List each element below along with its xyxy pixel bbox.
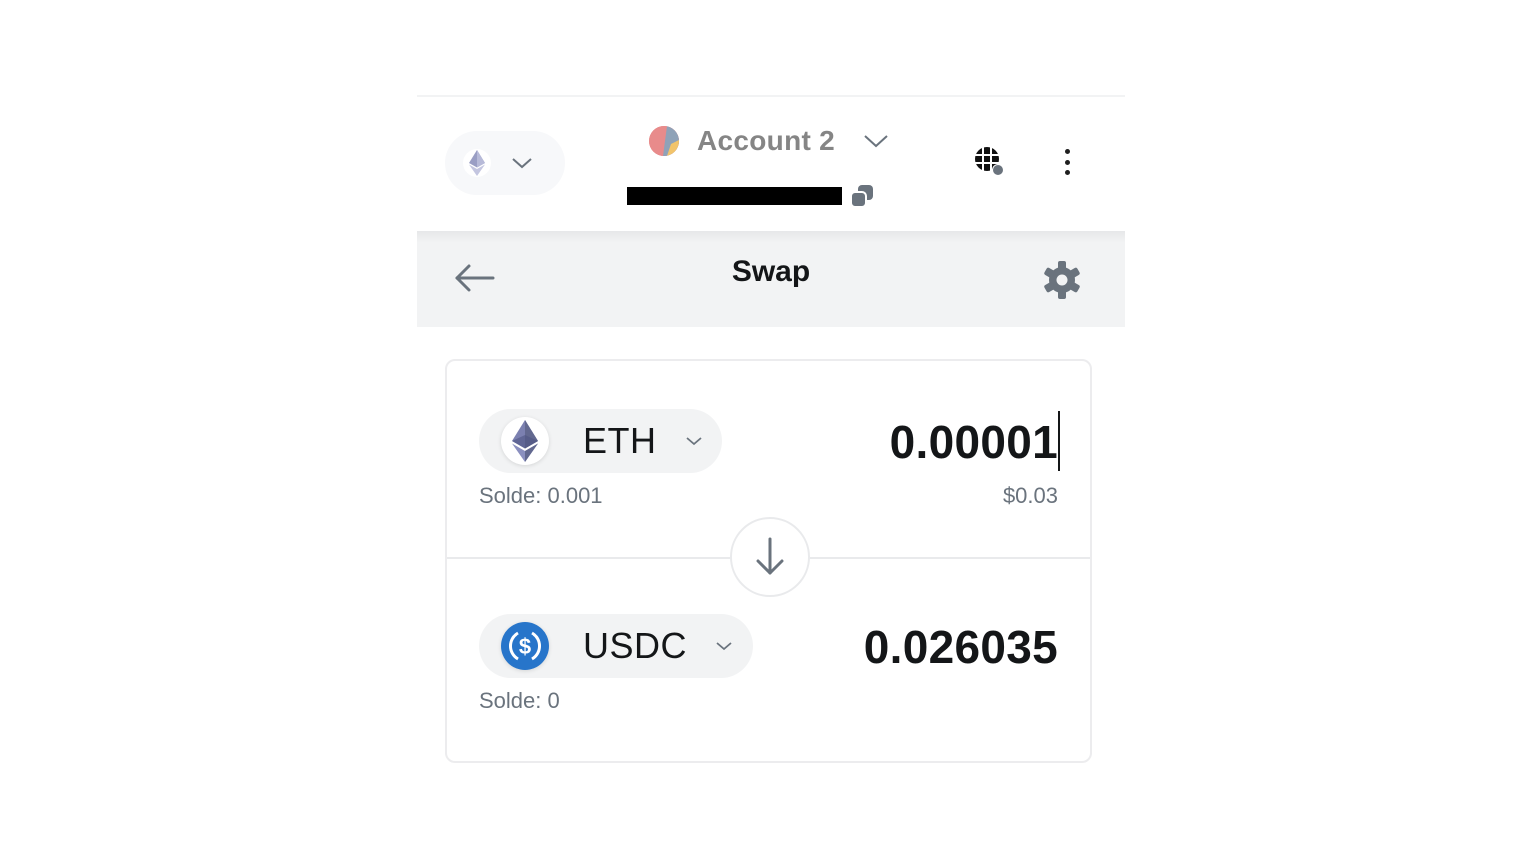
from-fiat-value: $0.03 — [1002, 483, 1058, 508]
chevron-down-icon — [864, 135, 888, 148]
swap-card: ETH Solde: 0.001 $0.03 $ — [445, 359, 1092, 763]
swap-title-bar: Swap — [417, 231, 1125, 327]
globe-icon[interactable] — [973, 145, 1005, 177]
chevron-down-icon — [716, 642, 732, 651]
gear-icon[interactable] — [1041, 259, 1083, 301]
from-balance: Solde: 0.001 — [479, 483, 603, 508]
account-address-row: 0x0d4...3f12 — [627, 181, 876, 211]
ethereum-icon — [463, 149, 491, 177]
account-avatar — [649, 126, 679, 156]
from-token-symbol: ETH — [583, 420, 657, 461]
wallet-app: Account 2 0x0d4...3f12 — [417, 95, 1125, 795]
page-title: Swap — [731, 255, 811, 288]
switch-tokens-button[interactable] — [730, 517, 810, 597]
to-balance: Solde: 0 — [479, 688, 560, 713]
from-amount-input[interactable] — [798, 415, 1058, 469]
account-header: Account 2 0x0d4...3f12 — [417, 97, 1125, 231]
account-name: Account 2 — [697, 125, 836, 156]
text-caret — [1058, 411, 1060, 471]
copy-icon[interactable] — [848, 182, 876, 210]
arrow-down-icon — [756, 537, 784, 575]
to-token-symbol: USDC — [583, 625, 688, 666]
to-token-selector[interactable]: $ USDC — [479, 614, 753, 678]
kebab-menu-icon[interactable] — [1057, 147, 1077, 177]
usdc-icon: $ — [501, 622, 549, 670]
chevron-down-icon — [685, 437, 702, 446]
svg-text:$: $ — [519, 634, 531, 659]
to-amount: 0.026035 — [863, 621, 1058, 673]
from-amount-field[interactable] — [798, 411, 1060, 471]
account-address-redacted: 0x0d4...3f12 — [627, 187, 842, 205]
account-menu-button[interactable]: Account 2 — [649, 119, 889, 163]
from-token-selector[interactable]: ETH — [479, 409, 722, 473]
account-info: Account 2 0x0d4...3f12 — [597, 119, 937, 219]
ethereum-icon — [501, 417, 549, 465]
network-selector[interactable] — [445, 131, 565, 195]
chevron-down-icon — [512, 158, 532, 169]
